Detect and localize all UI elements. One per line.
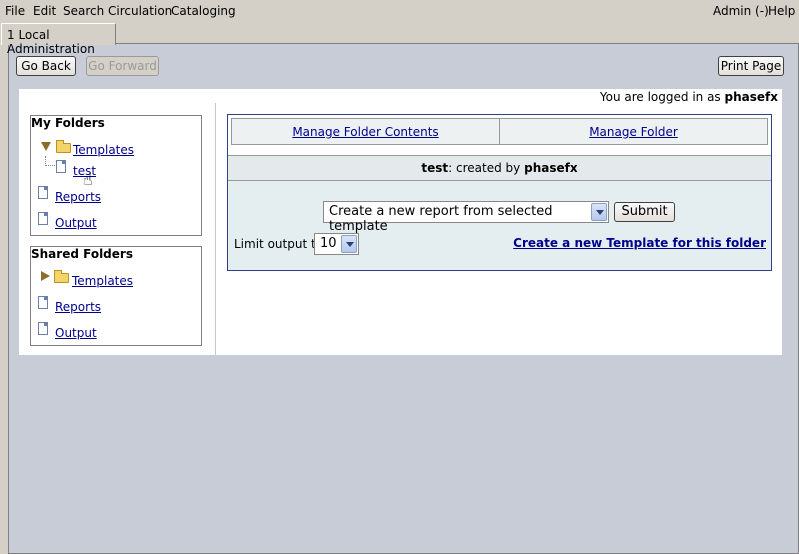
menu-circulation[interactable]: Circulation bbox=[108, 4, 172, 18]
manage-folder-contents-link[interactable]: Manage Folder Contents bbox=[292, 125, 438, 139]
content-area: You are logged in as phasefx My Folders … bbox=[19, 89, 782, 355]
hand-cursor-icon: ☝ bbox=[83, 170, 93, 189]
menu-file[interactable]: File bbox=[5, 4, 25, 18]
document-icon bbox=[38, 296, 48, 309]
folder-body: Create a new report from selected templa… bbox=[228, 181, 771, 270]
created-by-text: : created by bbox=[448, 161, 521, 175]
folder-icon bbox=[54, 270, 69, 283]
manage-folder-link[interactable]: Manage Folder bbox=[589, 125, 678, 139]
shared-reports-link[interactable]: Reports bbox=[55, 300, 101, 314]
document-icon bbox=[56, 160, 66, 173]
folder-icon bbox=[56, 140, 71, 153]
tab-manage-folder[interactable]: Manage Folder bbox=[499, 119, 767, 144]
folder-tabs: Manage Folder Contents Manage Folder bbox=[231, 118, 768, 145]
chevron-down-icon[interactable] bbox=[341, 235, 357, 253]
limit-select[interactable]: 10 bbox=[314, 233, 359, 255]
menu-cataloging[interactable]: Cataloging bbox=[171, 4, 236, 18]
folder-header: test: created by phasefx bbox=[228, 155, 771, 181]
menu-search[interactable]: Search bbox=[63, 4, 104, 18]
folder-creator: phasefx bbox=[524, 161, 578, 175]
chevron-down-icon[interactable] bbox=[591, 203, 607, 221]
document-icon bbox=[38, 186, 48, 199]
login-user: phasefx bbox=[724, 90, 778, 104]
document-icon bbox=[38, 212, 48, 225]
menu-edit[interactable]: Edit bbox=[33, 4, 56, 18]
main-pane: Go Back Go Forward Print Page You are lo… bbox=[8, 43, 799, 554]
tab-local-administration[interactable]: 1 Local Administration bbox=[1, 23, 116, 56]
action-select-value: Create a new report from selected templa… bbox=[329, 204, 553, 234]
collapsed-arrow-icon[interactable] bbox=[41, 271, 50, 281]
document-icon bbox=[38, 322, 48, 335]
my-folders-title: My Folders bbox=[31, 116, 105, 130]
go-back-button[interactable]: Go Back bbox=[16, 56, 76, 76]
panel-divider[interactable] bbox=[215, 103, 216, 355]
go-forward-button[interactable]: Go Forward bbox=[86, 56, 159, 76]
limit-label: Limit output to bbox=[234, 237, 324, 251]
submit-button[interactable]: Submit bbox=[614, 202, 675, 222]
tree-connector bbox=[45, 156, 55, 166]
my-templates-link[interactable]: Templates bbox=[73, 143, 134, 157]
print-page-button[interactable]: Print Page bbox=[718, 56, 784, 76]
login-prefix: You are logged in as bbox=[599, 90, 721, 104]
my-output-link[interactable]: Output bbox=[55, 216, 97, 230]
folder-panel: Manage Folder Contents Manage Folder tes… bbox=[227, 114, 772, 271]
action-select[interactable]: Create a new report from selected templa… bbox=[323, 201, 609, 234]
my-folders-box: My Folders Templates test ☝ Reports Outp… bbox=[30, 115, 202, 236]
tab-manage-folder-contents[interactable]: Manage Folder Contents bbox=[232, 119, 499, 144]
shared-folders-title: Shared Folders bbox=[31, 247, 133, 261]
limit-select-value: 10 bbox=[320, 236, 337, 251]
expanded-arrow-icon[interactable] bbox=[41, 142, 51, 151]
my-reports-link[interactable]: Reports bbox=[55, 190, 101, 204]
new-template-link[interactable]: Create a new Template for this folder bbox=[513, 236, 766, 250]
menu-admin[interactable]: Admin (-) bbox=[713, 4, 769, 18]
menu-help[interactable]: Help bbox=[768, 4, 795, 18]
login-status: You are logged in as phasefx bbox=[600, 90, 778, 104]
shared-templates-link[interactable]: Templates bbox=[72, 274, 133, 288]
folder-name: test bbox=[421, 161, 449, 175]
shared-output-link[interactable]: Output bbox=[55, 326, 97, 340]
shared-folders-box: Shared Folders Templates Reports Output bbox=[30, 246, 202, 346]
menu-bar: File Edit Search Circulation Cataloging … bbox=[0, 0, 799, 22]
